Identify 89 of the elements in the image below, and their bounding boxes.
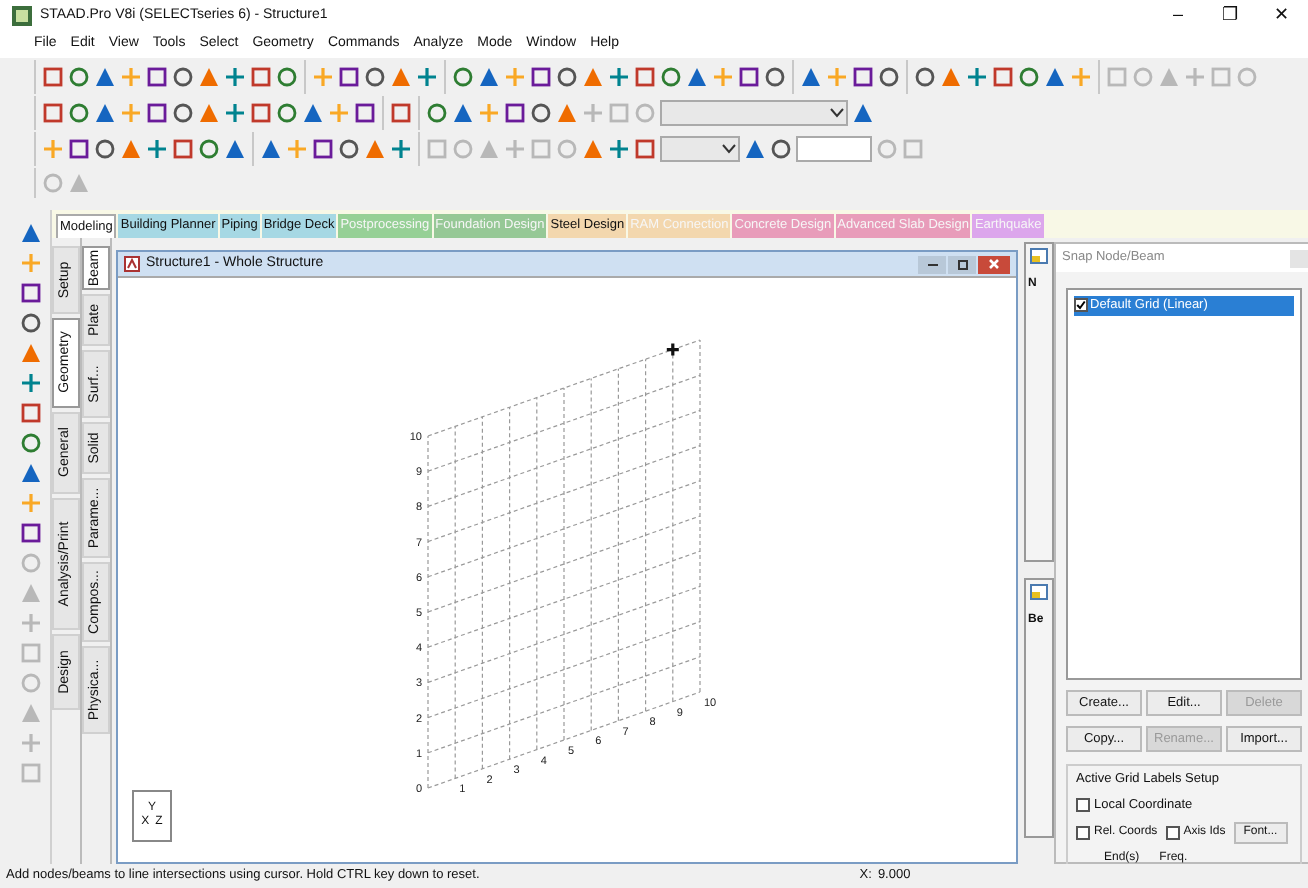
restore-button[interactable] [948, 255, 976, 273]
tool-icon[interactable] [224, 66, 246, 88]
tool-icon[interactable] [338, 138, 360, 160]
tool-icon[interactable] [530, 66, 552, 88]
tool-icon[interactable] [94, 138, 116, 160]
tool-icon[interactable] [276, 66, 298, 88]
tool-icon[interactable] [556, 66, 578, 88]
tool-icon[interactable] [146, 102, 168, 124]
tool-icon[interactable] [276, 102, 298, 124]
tool-icon[interactable] [312, 138, 334, 160]
tool-icon[interactable] [426, 102, 448, 124]
tool-icon[interactable] [478, 66, 500, 88]
tool-icon[interactable] [770, 138, 792, 160]
checkbox[interactable] [1165, 825, 1180, 839]
dropdown-field[interactable] [660, 100, 848, 126]
checkbox[interactable] [1074, 298, 1088, 313]
tool-icon[interactable] [146, 66, 168, 88]
tool-icon[interactable] [992, 66, 1014, 88]
tool-icon[interactable] [914, 66, 936, 88]
tool-icon[interactable] [738, 66, 760, 88]
tool-icon[interactable] [744, 138, 766, 160]
panel-icon [1030, 248, 1048, 264]
window-control[interactable]: – [1152, 2, 1204, 30]
tool-icon[interactable] [390, 138, 412, 160]
tool-icon[interactable] [852, 102, 874, 124]
tool-icon[interactable] [20, 432, 42, 454]
minimize-button[interactable] [918, 255, 946, 273]
tool-icon[interactable] [68, 66, 90, 88]
tool-icon[interactable] [20, 462, 42, 484]
tool-icon[interactable] [452, 102, 474, 124]
tool-icon[interactable] [390, 102, 412, 124]
tool-icon[interactable] [302, 102, 324, 124]
tool-icon[interactable] [364, 66, 386, 88]
window-icon [124, 256, 140, 272]
tool-icon[interactable] [354, 102, 376, 124]
caret-icon [722, 144, 736, 154]
tool-icon[interactable] [504, 102, 526, 124]
tool-icon[interactable] [260, 138, 282, 160]
tool-icon[interactable] [608, 138, 630, 160]
tool-icon[interactable] [634, 66, 656, 88]
tool-icon[interactable] [172, 138, 194, 160]
close-icon [988, 258, 1000, 270]
tool-icon[interactable] [94, 102, 116, 124]
tool-icon[interactable] [20, 312, 42, 334]
node-marker [665, 342, 681, 358]
checkbox[interactable] [1076, 798, 1090, 813]
caret-icon [830, 108, 844, 118]
tool-icon[interactable] [1018, 66, 1040, 88]
tool-icon[interactable] [452, 66, 474, 88]
checkbox[interactable] [1076, 825, 1090, 839]
tool-icon[interactable] [250, 66, 272, 88]
window-control[interactable]: ❐ [1204, 2, 1256, 30]
tool-icon[interactable] [94, 66, 116, 88]
check-icon [1076, 300, 1086, 311]
tool-icon[interactable] [1044, 66, 1066, 88]
tool-icon[interactable] [20, 522, 42, 544]
tool-icon[interactable] [68, 102, 90, 124]
window-control[interactable]: ✕ [1256, 2, 1308, 30]
tool-icon[interactable] [686, 66, 708, 88]
tool-icon[interactable] [20, 282, 42, 304]
app-icon [12, 6, 32, 26]
tool-icon[interactable] [852, 66, 874, 88]
tool-icon[interactable] [68, 138, 90, 160]
tool-icon[interactable] [660, 66, 682, 88]
tool-icon[interactable] [878, 66, 900, 88]
tool-icon[interactable] [764, 66, 786, 88]
tool-icon[interactable] [198, 138, 220, 160]
tool-icon[interactable] [224, 102, 246, 124]
tool-icon[interactable] [20, 372, 42, 394]
close-button[interactable] [978, 255, 1010, 273]
tool-icon[interactable] [530, 102, 552, 124]
tool-icon[interactable] [20, 402, 42, 424]
tool-icon[interactable] [800, 66, 822, 88]
tool-icon[interactable] [172, 66, 194, 88]
tool-icon[interactable] [224, 138, 246, 160]
tool-icon[interactable] [250, 102, 272, 124]
tool-icon[interactable] [42, 66, 64, 88]
input-field[interactable] [796, 136, 872, 162]
tool-icon[interactable] [20, 222, 42, 244]
panel-icon [1030, 584, 1048, 600]
tool-icon[interactable] [42, 102, 64, 124]
tool-icon[interactable] [338, 66, 360, 88]
dropdown-field[interactable] [660, 136, 740, 162]
tool-icon[interactable] [634, 138, 656, 160]
tool-icon[interactable] [416, 66, 438, 88]
tool-icon[interactable] [966, 66, 988, 88]
tool-icon[interactable] [608, 66, 630, 88]
tool-icon[interactable] [146, 138, 168, 160]
tool-icon[interactable] [172, 102, 194, 124]
